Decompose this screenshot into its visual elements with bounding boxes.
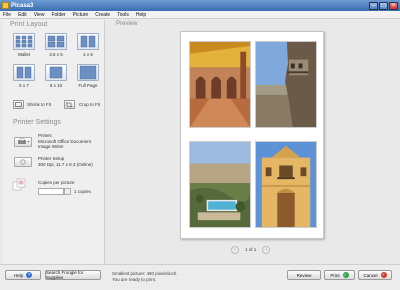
help-icon: ?: [26, 272, 33, 278]
title-bar: Picasa3 – □ ×: [0, 0, 400, 11]
minimize-button[interactable]: –: [369, 1, 378, 10]
layout-wallet-label: Wallet: [17, 52, 31, 57]
page-navigator: ‹ 1 of 1 ›: [231, 245, 271, 254]
copies-icon: [12, 178, 26, 191]
copies-input[interactable]: [38, 188, 64, 195]
copies-label: Copies per picture: [38, 180, 75, 185]
copies-stepper[interactable]: [64, 188, 71, 195]
search-supplies-label: Search Froogle for Supplies: [46, 270, 84, 280]
copies-value: 1 copies: [74, 189, 91, 194]
left-panel: Print Layout Wallet 3.5 x 5 4 x 6 5 x 7 …: [3, 20, 105, 264]
layout-full-page-label: Full Page: [78, 83, 98, 88]
printer-icon: [18, 138, 30, 144]
app-icon: [2, 2, 9, 9]
review-button[interactable]: Review: [287, 270, 321, 280]
print-layout-title: Print Layout: [10, 21, 48, 28]
printer-info: Printer: Microsoft Office Document Image…: [38, 133, 102, 150]
review-label: Review: [296, 272, 312, 278]
crop-to-fit-button[interactable]: [64, 100, 75, 109]
printer-name: Microsoft Office Document Image Writer: [38, 138, 91, 150]
maximize-button[interactable]: □: [379, 1, 388, 10]
crop-icon: [66, 102, 73, 108]
photo-cliff-house-image: [256, 42, 316, 127]
layout-8x10-icon: [49, 66, 63, 79]
menu-folder[interactable]: Folder: [51, 12, 65, 18]
menu-bar: File Edit View Folder Picture Create Too…: [0, 11, 400, 19]
setup-icon: [20, 159, 26, 165]
printer-settings-title: Printer Settings: [13, 119, 61, 126]
preview-label: Preview: [116, 21, 138, 27]
shrink-to-fit-label[interactable]: Shrink to Fit: [27, 102, 51, 107]
cancel-label: Cancel: [363, 272, 378, 278]
menu-file[interactable]: File: [3, 12, 11, 18]
layout-4x6-label: 4 x 6: [83, 52, 93, 57]
layout-8x10-label: 8 x 10: [49, 83, 63, 88]
photo-courtyard[interactable]: [189, 41, 251, 128]
status-line-2: You are ready to print.: [112, 276, 157, 282]
printer-setup-info: Printer Setup 300 Dpi, 11.7 x 8.3 (Onlin…: [38, 156, 102, 167]
bottom-bar: Help ? Search Froogle for Supplies Small…: [0, 264, 400, 290]
layout-wallet-button[interactable]: [13, 33, 35, 50]
layout-5x7-icon: [16, 66, 32, 79]
crop-to-fit-label[interactable]: Crop to Fit: [79, 102, 100, 107]
search-froogle-supplies-button[interactable]: Search Froogle for Supplies: [45, 270, 101, 280]
photo-cliff-house[interactable]: [255, 41, 317, 128]
photo-pool-view-image: [190, 142, 250, 227]
layout-5x7-button[interactable]: [13, 64, 35, 81]
photo-courtyard-image: [190, 42, 250, 127]
layout-4x6-button[interactable]: [77, 33, 99, 50]
photo-facade-image: [256, 142, 316, 227]
full-page-layout-icon: [79, 65, 97, 80]
layout-3x5-icon: [47, 35, 65, 48]
menu-help[interactable]: Help: [136, 12, 146, 18]
layout-4x6-icon: [80, 35, 96, 48]
layout-full-page-button[interactable]: [77, 64, 99, 81]
photo-pool-view[interactable]: [189, 141, 251, 228]
menu-edit[interactable]: Edit: [18, 12, 27, 18]
layout-8x10-button[interactable]: [45, 64, 67, 81]
next-page-button[interactable]: ›: [262, 245, 271, 254]
help-label: Help: [13, 272, 24, 278]
layout-5x7-label: 5 x 7: [19, 83, 29, 88]
cancel-button[interactable]: Cancel ×: [358, 270, 392, 280]
print-label: Print: [330, 272, 340, 278]
shrink-to-fit-button[interactable]: [13, 100, 24, 109]
shrink-icon: [15, 102, 22, 107]
menu-view[interactable]: View: [34, 12, 45, 18]
close-window-button[interactable]: ×: [389, 1, 398, 10]
menu-create[interactable]: Create: [95, 12, 110, 18]
help-button[interactable]: Help ?: [5, 270, 41, 280]
menu-tools[interactable]: Tools: [117, 12, 129, 18]
previous-page-button[interactable]: ‹: [231, 245, 239, 254]
layout-3x5-button[interactable]: [45, 33, 67, 50]
printer-setup-button[interactable]: [14, 157, 32, 167]
print-button[interactable]: Print ✓: [324, 270, 355, 280]
printer-setup-value: 300 Dpi, 11.7 x 8.3 (Online): [38, 161, 93, 167]
photo-facade[interactable]: [255, 141, 317, 228]
window-title: Picasa3: [11, 2, 34, 9]
page-indicator: 1 of 1: [245, 247, 257, 252]
layout-3x5-label: 3.5 x 5: [49, 52, 63, 57]
wallet-layout-icon: [15, 35, 33, 48]
print-preview-page: [180, 31, 324, 239]
menu-picture[interactable]: Picture: [73, 12, 89, 18]
checkmark-icon: ✓: [342, 272, 349, 278]
printer-select-button[interactable]: [14, 137, 32, 147]
cancel-icon: ×: [380, 272, 387, 278]
status-message: Smallest picture: 480 pixels/inch. You a…: [112, 271, 178, 282]
status-line-1: Smallest picture: 480 pixels/inch.: [112, 271, 178, 276]
